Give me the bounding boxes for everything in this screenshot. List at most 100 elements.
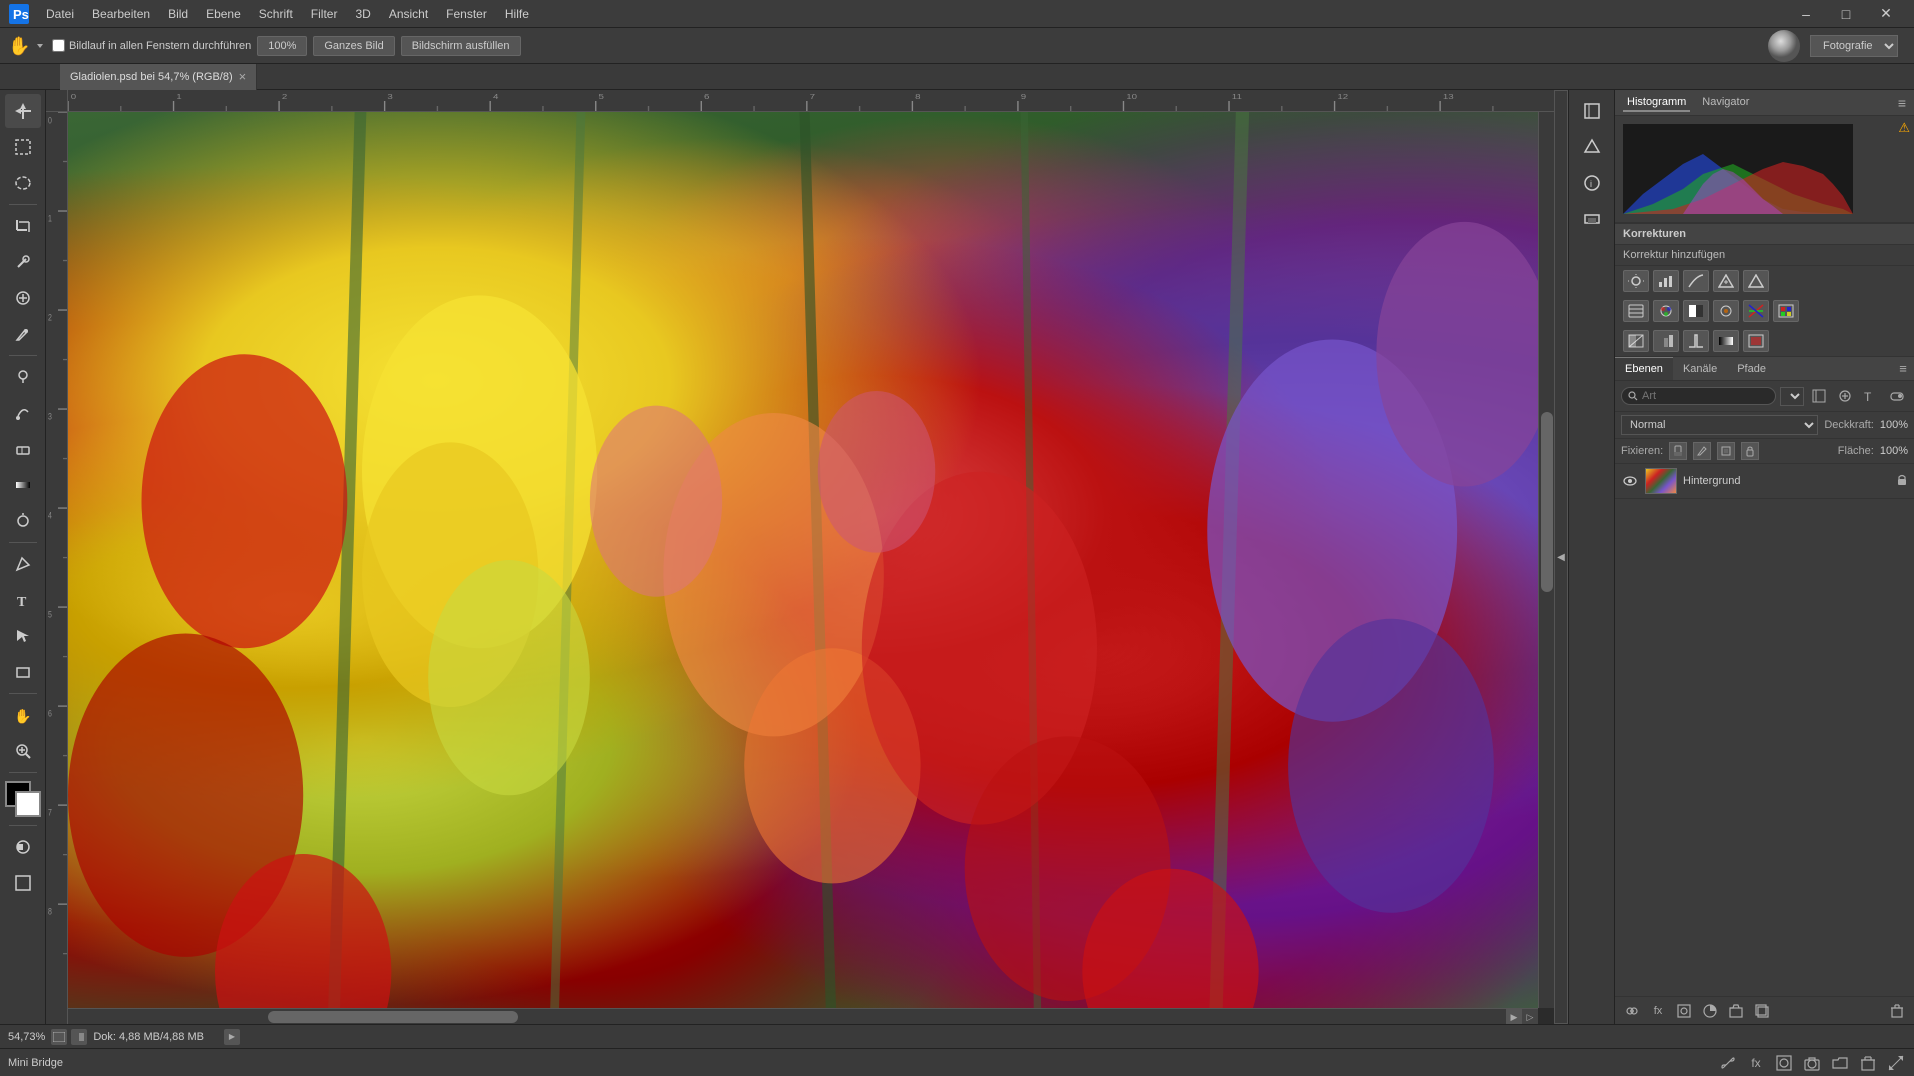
zoom-tool[interactable] <box>5 734 41 768</box>
btn-100-percent[interactable]: 100% <box>257 36 307 56</box>
menu-schrift[interactable]: Schrift <box>251 5 301 23</box>
menu-filter[interactable]: Filter <box>303 5 346 23</box>
delete-layer-btn[interactable] <box>1886 1000 1908 1022</box>
menu-fenster[interactable]: Fenster <box>438 5 495 23</box>
scroll-right-btn[interactable]: ▷ <box>1522 1009 1538 1024</box>
layer-adjustment-icon[interactable]: T <box>1860 385 1882 407</box>
layer-visibility-toggle[interactable] <box>1886 385 1908 407</box>
scroll-play-btn[interactable]: ▶ <box>1506 1009 1522 1024</box>
collapse-panels-button[interactable]: ◀ <box>1554 90 1568 1024</box>
menu-3d[interactable]: 3D <box>347 5 378 23</box>
hand-tool-icon[interactable]: ✋ <box>8 35 30 57</box>
link-layers-btn[interactable] <box>1621 1000 1643 1022</box>
menu-hilfe[interactable]: Hilfe <box>497 5 537 23</box>
document-tab[interactable]: Gladiolen.psd bei 54,7% (RGB/8) × <box>60 64 257 90</box>
layer-filter-type-select[interactable]: ▼ <box>1780 387 1804 406</box>
tab-ebenen[interactable]: Ebenen <box>1615 357 1673 380</box>
blend-mode-select[interactable]: Normal <box>1621 415 1818 435</box>
quick-mask-tool[interactable] <box>5 830 41 864</box>
minimize-button[interactable]: – <box>1786 0 1826 28</box>
tab-pfade[interactable]: Pfade <box>1727 357 1776 380</box>
new-group-btn[interactable] <box>1725 1000 1747 1022</box>
scrollbar-vertical[interactable] <box>1538 112 1554 1008</box>
layer-type-icon[interactable] <box>1808 385 1830 407</box>
bottom-trash-icon[interactable] <box>1858 1053 1878 1073</box>
tab-kanaele[interactable]: Kanäle <box>1673 357 1727 380</box>
fix-transform-icon[interactable] <box>1717 442 1735 460</box>
crop-tool[interactable] <box>5 209 41 243</box>
bottom-folder-icon[interactable] <box>1830 1053 1850 1073</box>
path-selection-tool[interactable] <box>5 619 41 653</box>
all-windows-checkbox[interactable] <box>52 39 65 52</box>
corr-exposure[interactable] <box>1713 270 1739 292</box>
background-color[interactable] <box>15 791 41 817</box>
layer-visibility-eye[interactable] <box>1621 472 1639 490</box>
layer-search-input[interactable] <box>1642 390 1722 402</box>
corr-threshold[interactable] <box>1683 330 1709 352</box>
sidebar-panel-btn-2[interactable] <box>1574 130 1610 164</box>
sidebar-panel-btn-1[interactable] <box>1574 94 1610 128</box>
corr-photo-filter[interactable] <box>1713 300 1739 322</box>
corr-vibrance[interactable] <box>1743 270 1769 292</box>
fx-btn[interactable]: fx <box>1647 1000 1669 1022</box>
menu-bearbeiten[interactable]: Bearbeiten <box>84 5 158 23</box>
status-icon-screen[interactable] <box>51 1029 67 1045</box>
history-brush-tool[interactable] <box>5 396 41 430</box>
menu-bild[interactable]: Bild <box>160 5 196 23</box>
corr-hsl[interactable] <box>1623 300 1649 322</box>
pen-tool[interactable] <box>5 547 41 581</box>
corr-posterize[interactable] <box>1653 330 1679 352</box>
bottom-fx-icon[interactable]: fx <box>1746 1053 1766 1073</box>
corr-selective-color[interactable] <box>1743 330 1769 352</box>
menu-ebene[interactable]: Ebene <box>198 5 249 23</box>
tab-navigator[interactable]: Navigator <box>1698 94 1753 112</box>
fg-bg-colors[interactable] <box>5 781 41 817</box>
corr-color-lookup[interactable] <box>1773 300 1799 322</box>
rectangle-tool[interactable] <box>5 655 41 689</box>
fix-position-icon[interactable] <box>1669 442 1687 460</box>
fix-lock-icon[interactable] <box>1741 442 1759 460</box>
layer-hintergrund[interactable]: Hintergrund <box>1615 464 1914 499</box>
menu-datei[interactable]: Datei <box>38 5 82 23</box>
btn-full-image[interactable]: Ganzes Bild <box>313 36 394 56</box>
panel-expand-icon[interactable]: ≡ <box>1898 95 1906 111</box>
clone-stamp-tool[interactable] <box>5 360 41 394</box>
bottom-mask-icon[interactable] <box>1774 1053 1794 1073</box>
tool-options-arrow[interactable] <box>34 40 46 52</box>
add-mask-btn[interactable] <box>1673 1000 1695 1022</box>
scrollbar-thumb-horizontal[interactable] <box>268 1011 518 1023</box>
corr-invert[interactable] <box>1623 330 1649 352</box>
corr-channel-mixer[interactable] <box>1743 300 1769 322</box>
ebenen-panel-options[interactable]: ≡ <box>1892 358 1914 380</box>
tab-histogram[interactable]: Histogramm <box>1623 94 1690 112</box>
btn-fill-screen[interactable]: Bildschirm ausfüllen <box>401 36 521 56</box>
corr-levels[interactable] <box>1653 270 1679 292</box>
sidebar-panel-btn-info[interactable]: i <box>1574 166 1610 200</box>
new-layer-btn[interactable] <box>1751 1000 1773 1022</box>
screen-mode-tool[interactable] <box>5 866 41 900</box>
fix-brush-icon[interactable] <box>1693 442 1711 460</box>
eraser-tool[interactable] <box>5 432 41 466</box>
maximize-button[interactable]: □ <box>1826 0 1866 28</box>
type-tool[interactable]: T <box>5 583 41 617</box>
hand-tool[interactable]: ✋ <box>5 698 41 732</box>
workspace-dropdown[interactable]: Fotografie <box>1810 35 1898 57</box>
dodge-tool[interactable] <box>5 504 41 538</box>
corr-color-balance[interactable] <box>1653 300 1679 322</box>
bottom-expand-icon[interactable] <box>1886 1053 1906 1073</box>
brush-tool[interactable] <box>5 317 41 351</box>
close-tab-button[interactable]: × <box>239 70 247 83</box>
bottom-camera-icon[interactable] <box>1802 1053 1822 1073</box>
timeline-play-btn[interactable]: ▶ <box>224 1029 240 1045</box>
gradient-tool[interactable] <box>5 468 41 502</box>
spot-heal-tool[interactable] <box>5 281 41 315</box>
close-button[interactable]: ✕ <box>1866 0 1906 28</box>
sidebar-panel-btn-4[interactable] <box>1574 202 1610 236</box>
eyedropper-tool[interactable] <box>5 245 41 279</box>
scrollbar-horizontal[interactable]: ▶ ▷ <box>68 1008 1538 1024</box>
menu-ansicht[interactable]: Ansicht <box>381 5 436 23</box>
status-icon-proof[interactable] <box>71 1029 87 1045</box>
bottom-link-icon[interactable] <box>1718 1053 1738 1073</box>
corr-brightness[interactable] <box>1623 270 1649 292</box>
scrollbar-thumb-vertical[interactable] <box>1541 412 1553 592</box>
